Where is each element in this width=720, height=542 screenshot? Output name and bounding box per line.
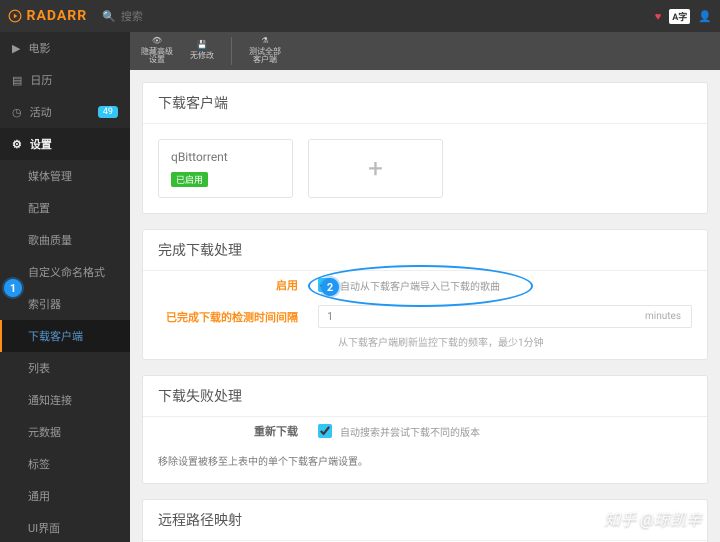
nav-icon: ◷	[12, 106, 22, 119]
redownload-label: 重新下载	[158, 423, 318, 439]
client-name: qBittorrent	[171, 150, 280, 164]
panel-title: 下载客户端	[143, 83, 707, 124]
lang-button[interactable]: A字	[669, 9, 690, 24]
client-card-qbittorrent[interactable]: qBittorrent 已启用	[158, 139, 293, 198]
sidebar-item-label: 下载客户端	[28, 328, 83, 344]
search-box[interactable]: 🔍	[102, 10, 655, 23]
sidebar-item-label: 日历	[30, 72, 52, 88]
search-input[interactable]	[121, 10, 221, 23]
enabled-badge: 已启用	[171, 172, 208, 187]
enable-label: 启用	[158, 277, 318, 293]
toggle-advanced-button[interactable]: 👁 隐藏高级 设置	[135, 34, 179, 68]
nav-icon: ▤	[12, 74, 22, 87]
remove-settings-note: 移除设置被移至上表中的单个下载客户端设置。	[143, 445, 707, 483]
interval-unit: minutes	[635, 311, 691, 322]
count-badge: 49	[98, 106, 118, 118]
interval-input[interactable]	[319, 306, 627, 327]
sidebar-item[interactable]: 元数据	[0, 416, 130, 448]
toolbar: 👁 隐藏高级 设置 💾 无修改 ⚗ 测试全部 客户端	[130, 32, 720, 70]
flask-icon: ⚗	[261, 37, 268, 46]
sidebar-item-label: 设置	[30, 136, 52, 152]
save-icon: 💾	[197, 41, 207, 50]
sidebar-item-label: 配置	[28, 200, 50, 216]
top-bar: RADARR 🔍 ♥ A字 👤	[0, 0, 720, 32]
sidebar-item[interactable]: UI界面	[0, 512, 130, 542]
sidebar-item[interactable]: 标签	[0, 448, 130, 480]
user-icon[interactable]: 👤	[698, 10, 712, 23]
sidebar-item-label: 索引器	[28, 296, 61, 312]
sidebar-item[interactable]: ▤ 日历	[0, 64, 130, 96]
nav-icon: ⚙	[12, 138, 22, 151]
content-area: 下载客户端 qBittorrent 已启用 + 完成下载处理 2 启用 自动从下…	[130, 70, 720, 542]
enable-help-text: 自动从下载客户端导入已下载的歌曲	[340, 278, 500, 293]
download-clients-panel: 下载客户端 qBittorrent 已启用 +	[142, 82, 708, 214]
top-icons: ♥ A字 👤	[655, 9, 712, 24]
watermark: 知乎 @琼凯辛	[604, 506, 702, 530]
add-client-button[interactable]: +	[308, 139, 443, 198]
sidebar-item-label: 列表	[28, 360, 50, 376]
sidebar-item[interactable]: 通用	[0, 480, 130, 512]
sidebar-item[interactable]: ⚙ 设置	[0, 128, 130, 160]
sidebar-item-label: 通知连接	[28, 392, 72, 408]
eye-icon: 👁	[152, 37, 162, 46]
interval-label: 已完成下载的检测时间间隔	[158, 309, 318, 325]
sidebar-item[interactable]: 通知连接	[0, 384, 130, 416]
test-all-button[interactable]: ⚗ 测试全部 客户端	[243, 34, 287, 68]
sidebar-item[interactable]: ▶ 电影	[0, 32, 130, 64]
sidebar-item-label: 媒体管理	[28, 168, 72, 184]
sidebar-item-label: 通用	[28, 488, 50, 504]
nav-icon: ▶	[12, 42, 20, 55]
app-logo: RADARR	[8, 8, 87, 24]
panel-title: 下载失败处理	[143, 376, 707, 417]
sidebar-item-label: 元数据	[28, 424, 61, 440]
sidebar-item[interactable]: 下载客户端	[0, 320, 130, 352]
sidebar-item-label: UI界面	[28, 520, 60, 536]
sidebar-item-label: 自定义命名格式	[28, 264, 105, 280]
sidebar-item[interactable]: 歌曲质量	[0, 224, 130, 256]
interval-hint: 从下载客户端刷新监控下载的频率，最少1分钟	[143, 334, 707, 349]
search-icon: 🔍	[102, 10, 116, 23]
sidebar-item[interactable]: 媒体管理	[0, 160, 130, 192]
sidebar-item-label: 歌曲质量	[28, 232, 72, 248]
complete-handling-panel: 完成下载处理 2 启用 自动从下载客户端导入已下载的歌曲 已完成下载的检测时间间…	[142, 229, 708, 360]
failed-handling-panel: 下载失败处理 重新下载 自动搜索并尝试下载不同的版本 移除设置被移至上表中的单个…	[142, 375, 708, 484]
redownload-help-text: 自动搜索并尝试下载不同的版本	[340, 424, 480, 439]
sidebar-item[interactable]: ◷ 活动 49	[0, 96, 130, 128]
annotation-marker-2: 2	[321, 278, 339, 296]
annotation-marker-1: 1	[4, 279, 22, 297]
sidebar-item-label: 标签	[28, 456, 50, 472]
sidebar-item[interactable]: 列表	[0, 352, 130, 384]
save-button[interactable]: 💾 无修改	[184, 38, 220, 64]
heart-icon[interactable]: ♥	[655, 10, 662, 23]
panel-title: 完成下载处理	[143, 230, 707, 271]
sidebar-item[interactable]: 配置	[0, 192, 130, 224]
redownload-checkbox[interactable]	[318, 424, 332, 438]
sidebar-item-label: 活动	[30, 104, 52, 120]
sidebar-item-label: 电影	[28, 40, 50, 56]
